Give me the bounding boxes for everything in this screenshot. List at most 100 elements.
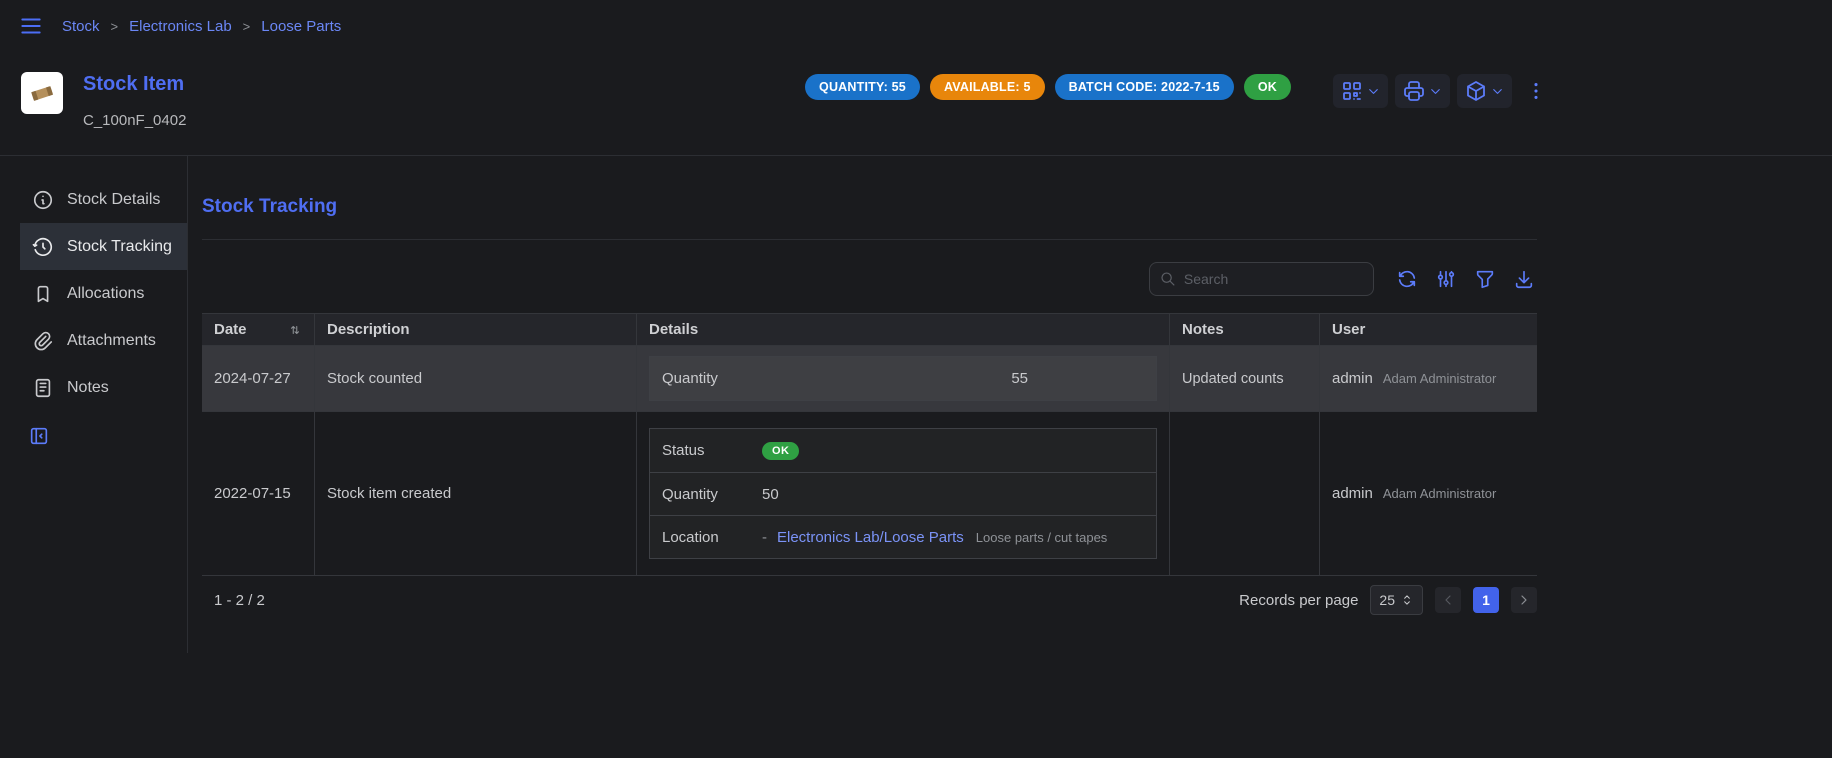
barcode-actions-button[interactable] — [1333, 74, 1388, 108]
date-cell: 2022-07-15 — [202, 412, 315, 575]
column-label: Date — [214, 321, 247, 338]
detail-stack: Quantity 55 — [649, 356, 1157, 401]
panel-divider — [202, 239, 1537, 240]
download-icon — [1513, 268, 1535, 290]
table-footer: 1 - 2 / 2 Records per page 25 1 — [202, 576, 1537, 624]
sidebar-collapse-button[interactable] — [28, 425, 50, 447]
main-panel: Stock Tracking — [188, 156, 1537, 624]
search-input[interactable] — [1184, 271, 1363, 287]
refresh-icon — [1396, 268, 1418, 290]
chevron-down-icon — [1366, 84, 1381, 99]
sidebar-item-label: Allocations — [67, 285, 144, 303]
chevron-down-icon — [1490, 84, 1505, 99]
description-cell: Stock item created — [315, 412, 637, 575]
panel-title: Stock Tracking — [202, 196, 1537, 218]
detail-label: Quantity — [662, 370, 762, 387]
location-link[interactable]: Electronics Lab/Loose Parts — [777, 529, 964, 546]
column-header-details[interactable]: Details — [637, 314, 1170, 345]
column-label: User — [1332, 321, 1365, 338]
history-icon — [32, 236, 54, 258]
status-badges: QUANTITY: 55 AVAILABLE: 5 BATCH CODE: 20… — [805, 72, 1291, 100]
sidebar-item-stock-details[interactable]: Stock Details — [20, 176, 187, 223]
title-block: Stock Item C_100nF_0402 — [83, 72, 186, 129]
table-row[interactable]: 2024-07-27 Stock counted Quantity 55 Upd… — [202, 346, 1537, 412]
column-header-date[interactable]: Date — [202, 314, 315, 345]
sidebar: Stock Details Stock Tracking Allocations… — [0, 156, 188, 653]
sidebar-item-label: Attachments — [67, 332, 156, 350]
breadcrumb-separator: > — [243, 19, 251, 34]
table-header-row: Date Description Details Notes User — [202, 313, 1537, 346]
column-header-description[interactable]: Description — [315, 314, 637, 345]
column-label: Description — [327, 321, 410, 338]
notes-cell — [1170, 412, 1320, 575]
next-page-button[interactable] — [1511, 587, 1537, 613]
stock-tracking-table: Date Description Details Notes User 2024… — [202, 313, 1537, 624]
part-thumbnail[interactable] — [21, 72, 63, 114]
table-options-button[interactable] — [1433, 266, 1459, 292]
sidebar-collapse-icon — [28, 425, 50, 447]
status-badge: OK — [1244, 74, 1291, 100]
breadcrumb-stock[interactable]: Stock — [62, 18, 100, 35]
column-label: Details — [649, 321, 698, 338]
sidebar-item-attachments[interactable]: Attachments — [20, 317, 187, 364]
stock-actions-button[interactable] — [1457, 74, 1512, 108]
detail-value: 50 — [762, 486, 779, 503]
more-options-button[interactable] — [1522, 77, 1550, 105]
qrcode-icon — [1340, 79, 1364, 103]
filter-icon — [1474, 268, 1496, 290]
page-1-button[interactable]: 1 — [1473, 587, 1499, 613]
table-row[interactable]: 2022-07-15 Stock item created Status OK … — [202, 412, 1537, 576]
sidebar-item-label: Notes — [67, 379, 109, 397]
header-actions — [1333, 72, 1550, 108]
page-size-select[interactable]: 25 — [1370, 585, 1423, 615]
records-per-page-label: Records per page — [1239, 592, 1358, 609]
details-cell: Quantity 55 — [637, 346, 1170, 411]
detail-row-quantity: Quantity 50 — [650, 472, 1156, 515]
dots-vertical-icon — [1525, 80, 1547, 102]
details-cell: Status OK Quantity 50 Location - Electro… — [637, 412, 1170, 575]
search-icon — [1160, 270, 1176, 288]
sidebar-item-stock-tracking[interactable]: Stock Tracking — [20, 223, 187, 270]
breadcrumb-loose-parts[interactable]: Loose Parts — [261, 18, 341, 35]
column-header-notes[interactable]: Notes — [1170, 314, 1320, 345]
user-cell: admin Adam Administrator — [1320, 412, 1537, 575]
chevron-left-icon — [1440, 592, 1456, 608]
info-icon — [32, 189, 54, 211]
detail-label: Status — [662, 442, 762, 459]
capacitor-image — [27, 78, 57, 108]
page-body: Stock Details Stock Tracking Allocations… — [0, 156, 1832, 653]
app-root: Stock > Electronics Lab > Loose Parts St… — [0, 0, 1832, 653]
description-cell: Stock counted — [315, 346, 637, 411]
username: admin — [1332, 485, 1373, 502]
notes-cell: Updated counts — [1170, 346, 1320, 411]
date-cell: 2024-07-27 — [202, 346, 315, 411]
print-actions-button[interactable] — [1395, 74, 1450, 108]
menu-icon[interactable] — [18, 13, 44, 39]
table-toolbar — [202, 262, 1537, 296]
breadcrumb-separator: > — [111, 19, 119, 34]
detail-stack: Status OK Quantity 50 Location - Electro… — [649, 428, 1157, 559]
sidebar-item-label: Stock Tracking — [67, 238, 172, 256]
detail-label: Location — [662, 529, 762, 546]
breadcrumb: Stock > Electronics Lab > Loose Parts — [62, 18, 341, 35]
sidebar-item-allocations[interactable]: Allocations — [20, 270, 187, 317]
bookmark-icon — [32, 283, 54, 305]
download-button[interactable] — [1511, 266, 1537, 292]
detail-value: 55 — [1011, 370, 1028, 387]
notebook-icon — [32, 377, 54, 399]
record-range: 1 - 2 / 2 — [214, 592, 265, 609]
page-size-value: 25 — [1379, 592, 1395, 608]
sidebar-item-notes[interactable]: Notes — [20, 364, 187, 411]
chevron-down-icon — [1428, 84, 1443, 99]
quantity-badge: QUANTITY: 55 — [805, 74, 920, 100]
package-icon — [1464, 79, 1488, 103]
refresh-button[interactable] — [1394, 266, 1420, 292]
previous-page-button[interactable] — [1435, 587, 1461, 613]
filter-button[interactable] — [1472, 266, 1498, 292]
detail-row-status: Status OK — [650, 429, 1156, 472]
detail-label: Quantity — [662, 486, 762, 503]
breadcrumb-electronics-lab[interactable]: Electronics Lab — [129, 18, 232, 35]
page-title: Stock Item — [83, 72, 186, 96]
column-header-user[interactable]: User — [1320, 314, 1537, 345]
printer-icon — [1402, 79, 1426, 103]
